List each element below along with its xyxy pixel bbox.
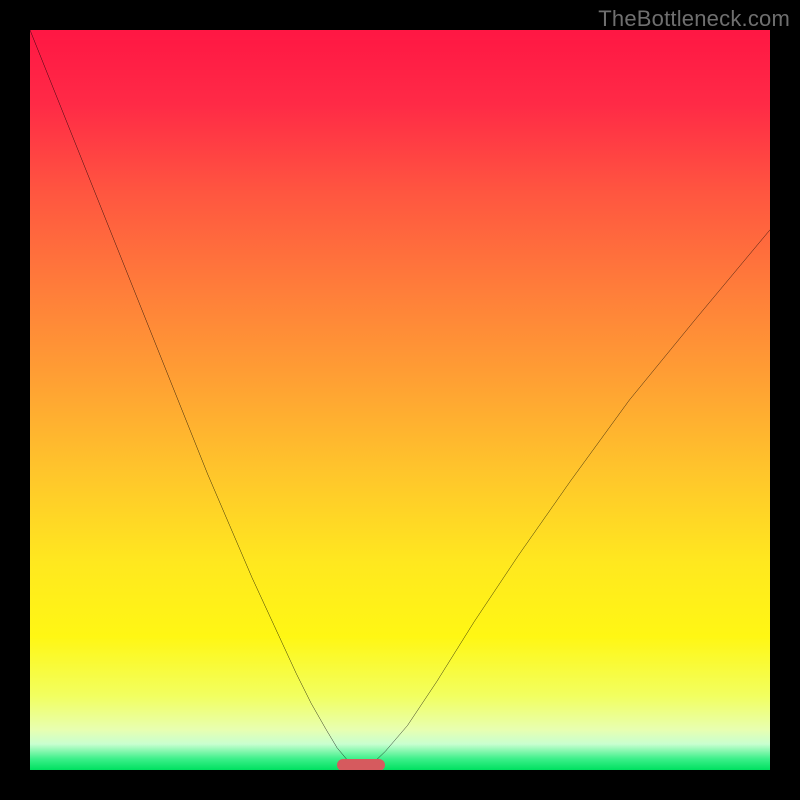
watermark-text: TheBottleneck.com <box>598 6 790 32</box>
bottleneck-curve <box>30 30 770 770</box>
minimum-marker <box>337 759 385 770</box>
chart-frame: TheBottleneck.com <box>0 0 800 800</box>
plot-area <box>30 30 770 770</box>
